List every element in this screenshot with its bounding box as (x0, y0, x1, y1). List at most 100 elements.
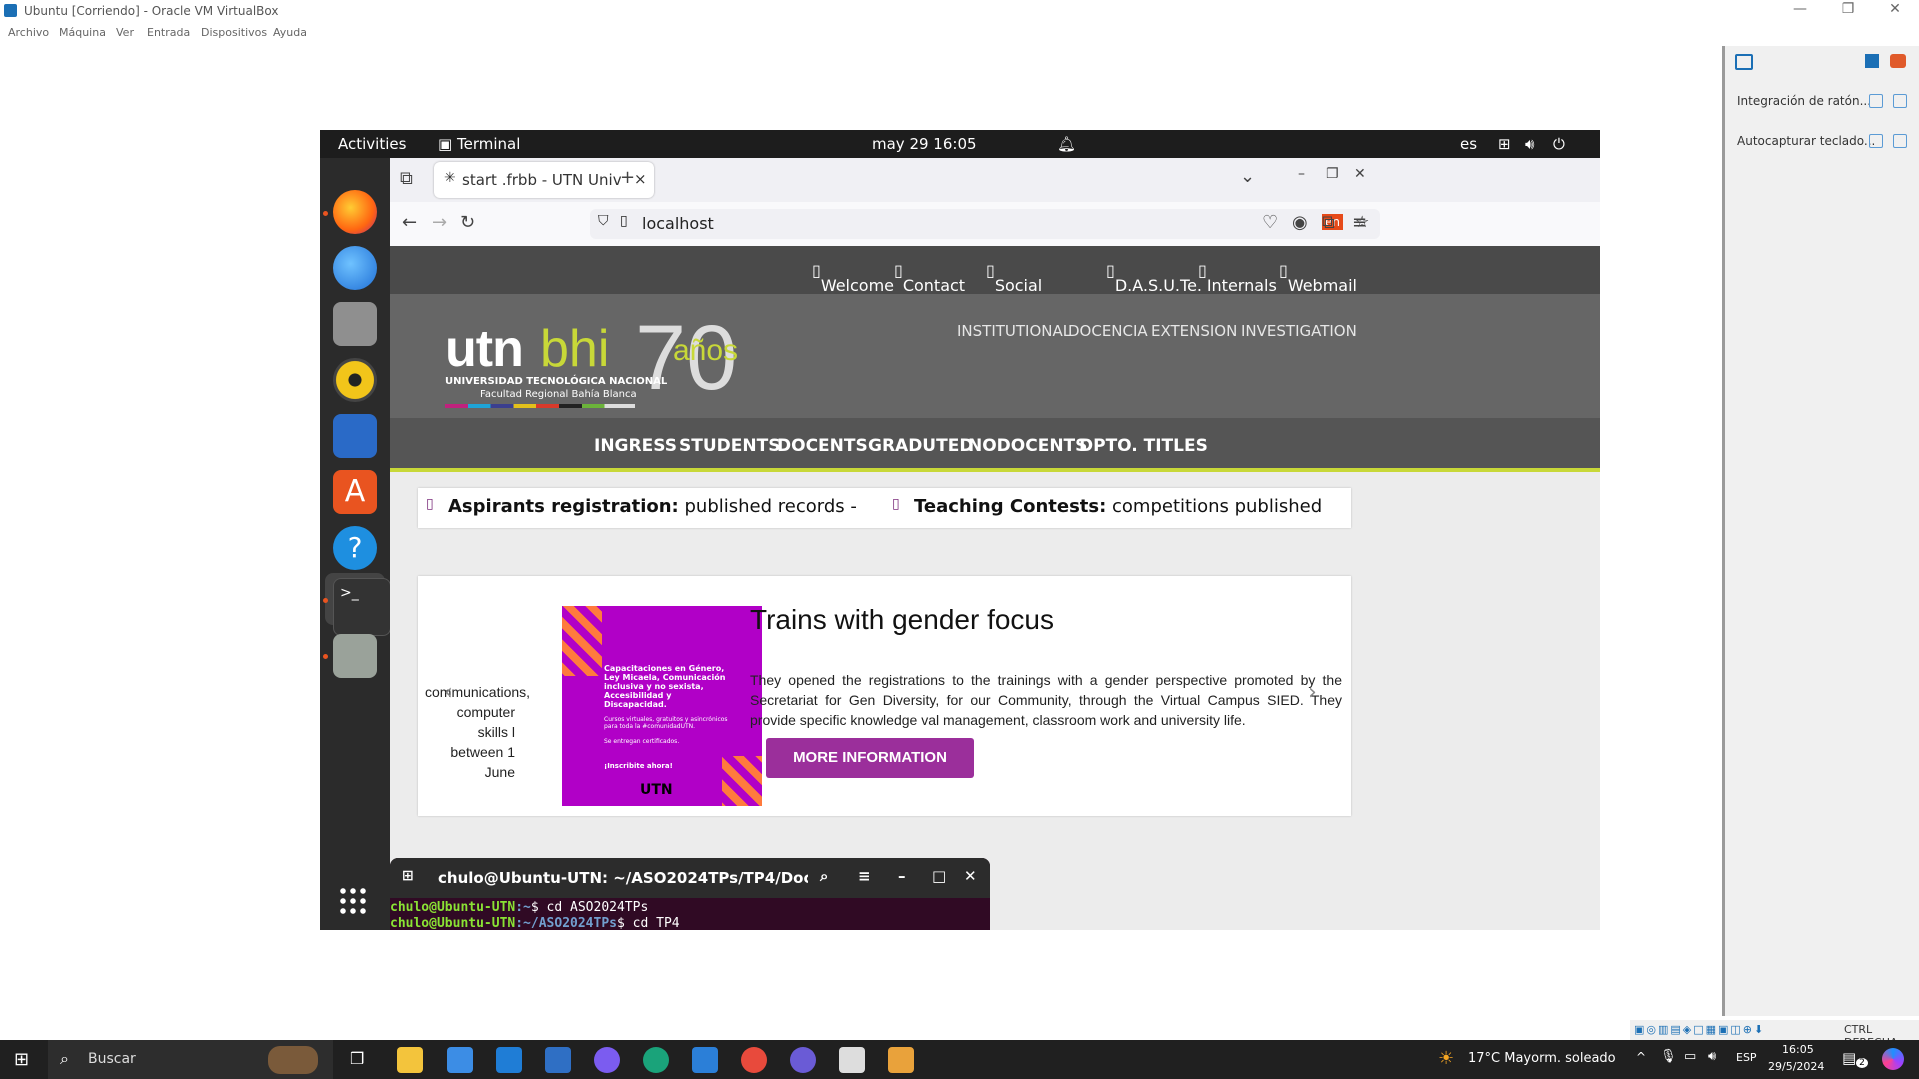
activities-button[interactable]: Activities (338, 135, 406, 153)
thunderbird-icon[interactable] (333, 246, 377, 290)
terminal-icon[interactable]: >_ (333, 578, 391, 636)
menu-ayuda[interactable]: Ayuda (273, 26, 307, 39)
toplink-contact[interactable]: ▯ Contact us (894, 261, 965, 314)
restore-button[interactable]: ❐ (1828, 1, 1868, 17)
search-icon[interactable]: ⌕ (820, 867, 828, 885)
mainnav-dpto-titles[interactable]: DPTO. TITLES (1079, 436, 1208, 456)
task-view-icon[interactable]: ❒ (350, 1049, 364, 1068)
mainnav-students[interactable]: STUDENTS (679, 436, 780, 456)
writer-icon[interactable] (333, 414, 377, 458)
package-icon[interactable] (839, 1047, 865, 1073)
list-all-tabs-icon[interactable]: ⌄ (1240, 166, 1255, 187)
menu-maquina[interactable]: Máquina (59, 26, 106, 39)
volume-tray-icon[interactable]: 🔊︎ (1708, 1049, 1716, 1064)
account-icon[interactable]: ◉ (1292, 212, 1308, 233)
close-button[interactable]: ✕ (1875, 1, 1915, 17)
device-icons[interactable]: ▣◎▥▤◈□▦▣◫⊕⬇ (1634, 1023, 1765, 1036)
mainnav-ingress[interactable]: INGRESS (594, 436, 677, 456)
pocket-icon[interactable]: ♡ (1262, 212, 1278, 233)
notification-icon[interactable] (1890, 54, 1906, 68)
menu-archivo[interactable]: Archivo (8, 26, 49, 39)
notification-icon[interactable]: ▤ (1842, 1049, 1856, 1067)
nav-institutional[interactable]: INSTITUTIONAL (957, 322, 1071, 340)
network-icon[interactable]: ⊞ (1498, 135, 1511, 153)
term-maximize-icon[interactable]: □ (932, 867, 946, 885)
promo-image[interactable]: Capacitaciones en Género, Ley Micaela, C… (562, 606, 762, 806)
firefox-icon[interactable] (333, 190, 377, 234)
clock-date[interactable]: 29/5/2024 (1768, 1060, 1824, 1073)
mainnav-docents[interactable]: DOCENTS (777, 436, 868, 456)
pin-icon[interactable] (1869, 94, 1883, 108)
mouse-integration-item[interactable]: Integración de ratón... (1737, 86, 1917, 116)
extensions-icon[interactable]: ⧉ (1322, 212, 1335, 233)
tab-close-icon[interactable]: × (634, 170, 647, 188)
news-item[interactable]: Aspirants registration: published record… (448, 496, 857, 517)
toplink-social[interactable]: ▯ Social networks (986, 261, 1068, 314)
file-explorer-icon[interactable] (397, 1047, 423, 1073)
dismiss-icon[interactable] (1893, 94, 1907, 108)
keyboard-capture-item[interactable]: Autocapturar teclado... (1737, 126, 1917, 156)
menu-dispositivos[interactable]: Dispositivos (201, 26, 267, 39)
dismiss-icon[interactable] (1893, 134, 1907, 148)
shield-icon[interactable]: ⛉ (598, 213, 609, 229)
pin-icon[interactable] (1869, 134, 1883, 148)
toplink-internals[interactable]: ▯ Internals (1198, 261, 1277, 295)
toplink-dasute[interactable]: ▯ D.A.S.U.Te. (1106, 261, 1202, 295)
help-icon[interactable]: ? (333, 526, 377, 570)
menu-ver[interactable]: Ver (116, 26, 134, 39)
terminal-window[interactable]: ⊞ chulo@Ubuntu-UTN: ~/ASO2024TPs/TP4/Doc… (390, 858, 990, 930)
clock[interactable]: may 29 16:05 (872, 135, 977, 153)
volume-icon[interactable]: 🔊︎ (1525, 135, 1534, 153)
menu-icon[interactable]: ≡ (1352, 212, 1367, 233)
copilot-icon[interactable] (1882, 1048, 1904, 1070)
tab-list-icon[interactable]: ⧉ (400, 168, 413, 189)
power-icon[interactable]: ⏻ (1553, 135, 1565, 153)
ubuntu-guest-screen[interactable]: Activities ▣ Terminal may 29 16:05 🔔︎ es… (320, 130, 1600, 930)
store-icon[interactable] (447, 1047, 473, 1073)
mainnav-graduted[interactable]: GRADUTED (868, 436, 973, 456)
mail-icon[interactable] (496, 1047, 522, 1073)
reload-icon[interactable]: ↻ (460, 212, 475, 233)
minimize-button[interactable]: — (1780, 1, 1820, 17)
toplink-welcome[interactable]: ▯ Welcome (812, 261, 894, 295)
back-icon[interactable]: ← (402, 212, 417, 233)
message-icon[interactable] (1735, 54, 1753, 70)
show-apps-icon[interactable] (338, 886, 368, 916)
tray-chevron-icon[interactable]: ^ (1636, 1050, 1646, 1064)
taskbar-search[interactable]: ⌕ Buscar (48, 1040, 333, 1079)
rhythmbox-icon[interactable] (333, 358, 377, 402)
focused-app-label[interactable]: Terminal (457, 135, 520, 153)
virtualbox-running-icon[interactable] (888, 1047, 914, 1073)
forward-icon[interactable]: → (432, 212, 447, 233)
hamburger-icon[interactable]: ≡ (858, 867, 871, 885)
input-language[interactable]: es (1460, 135, 1477, 153)
weather-icon[interactable]: ☀ (1438, 1048, 1454, 1069)
windows-start-icon[interactable]: ⊞ (14, 1049, 29, 1070)
app-icon[interactable] (594, 1047, 620, 1073)
toplink-webmail[interactable]: ▯ Webmail (1279, 261, 1357, 295)
weather-text[interactable]: 17°C Mayorm. soleado (1468, 1051, 1616, 1066)
terminal-output[interactable]: chulo@Ubuntu-UTN:~$ cd ASO2024TPs chulo@… (390, 898, 990, 930)
news-item[interactable]: Teaching Contests: competitions publishe… (914, 496, 1322, 517)
nav-investigation[interactable]: INVESTIGATION (1241, 322, 1357, 340)
ff-restore-button[interactable]: ❐ (1326, 166, 1339, 182)
nav-extension[interactable]: EXTENSION (1151, 322, 1237, 340)
network-tray-icon[interactable]: ▭ (1684, 1049, 1696, 1064)
nav-docencia[interactable]: DOCENCIA (1068, 322, 1148, 340)
mic-icon[interactable]: 🎙︎ (1660, 1049, 1677, 1064)
new-tab-button[interactable]: + (620, 167, 635, 188)
discord-icon[interactable] (790, 1047, 816, 1073)
term-close-icon[interactable]: ✕ (964, 867, 977, 885)
layout-icon[interactable] (1865, 54, 1879, 68)
new-tab-icon[interactable]: ⊞ (402, 868, 414, 884)
logo-utn[interactable]: utn (445, 319, 524, 379)
clock-time[interactable]: 16:05 (1782, 1043, 1814, 1056)
app-center-icon[interactable]: A (333, 470, 377, 514)
files-icon[interactable] (333, 302, 377, 346)
vscode-icon[interactable] (692, 1047, 718, 1073)
edge-icon[interactable] (643, 1047, 669, 1073)
more-information-button[interactable]: MORE INFORMATION (766, 738, 974, 778)
vbox-taskbar-icon[interactable] (545, 1047, 571, 1073)
url-text[interactable]: localhost (642, 214, 714, 233)
logo-bhi[interactable]: bhi (540, 319, 609, 379)
